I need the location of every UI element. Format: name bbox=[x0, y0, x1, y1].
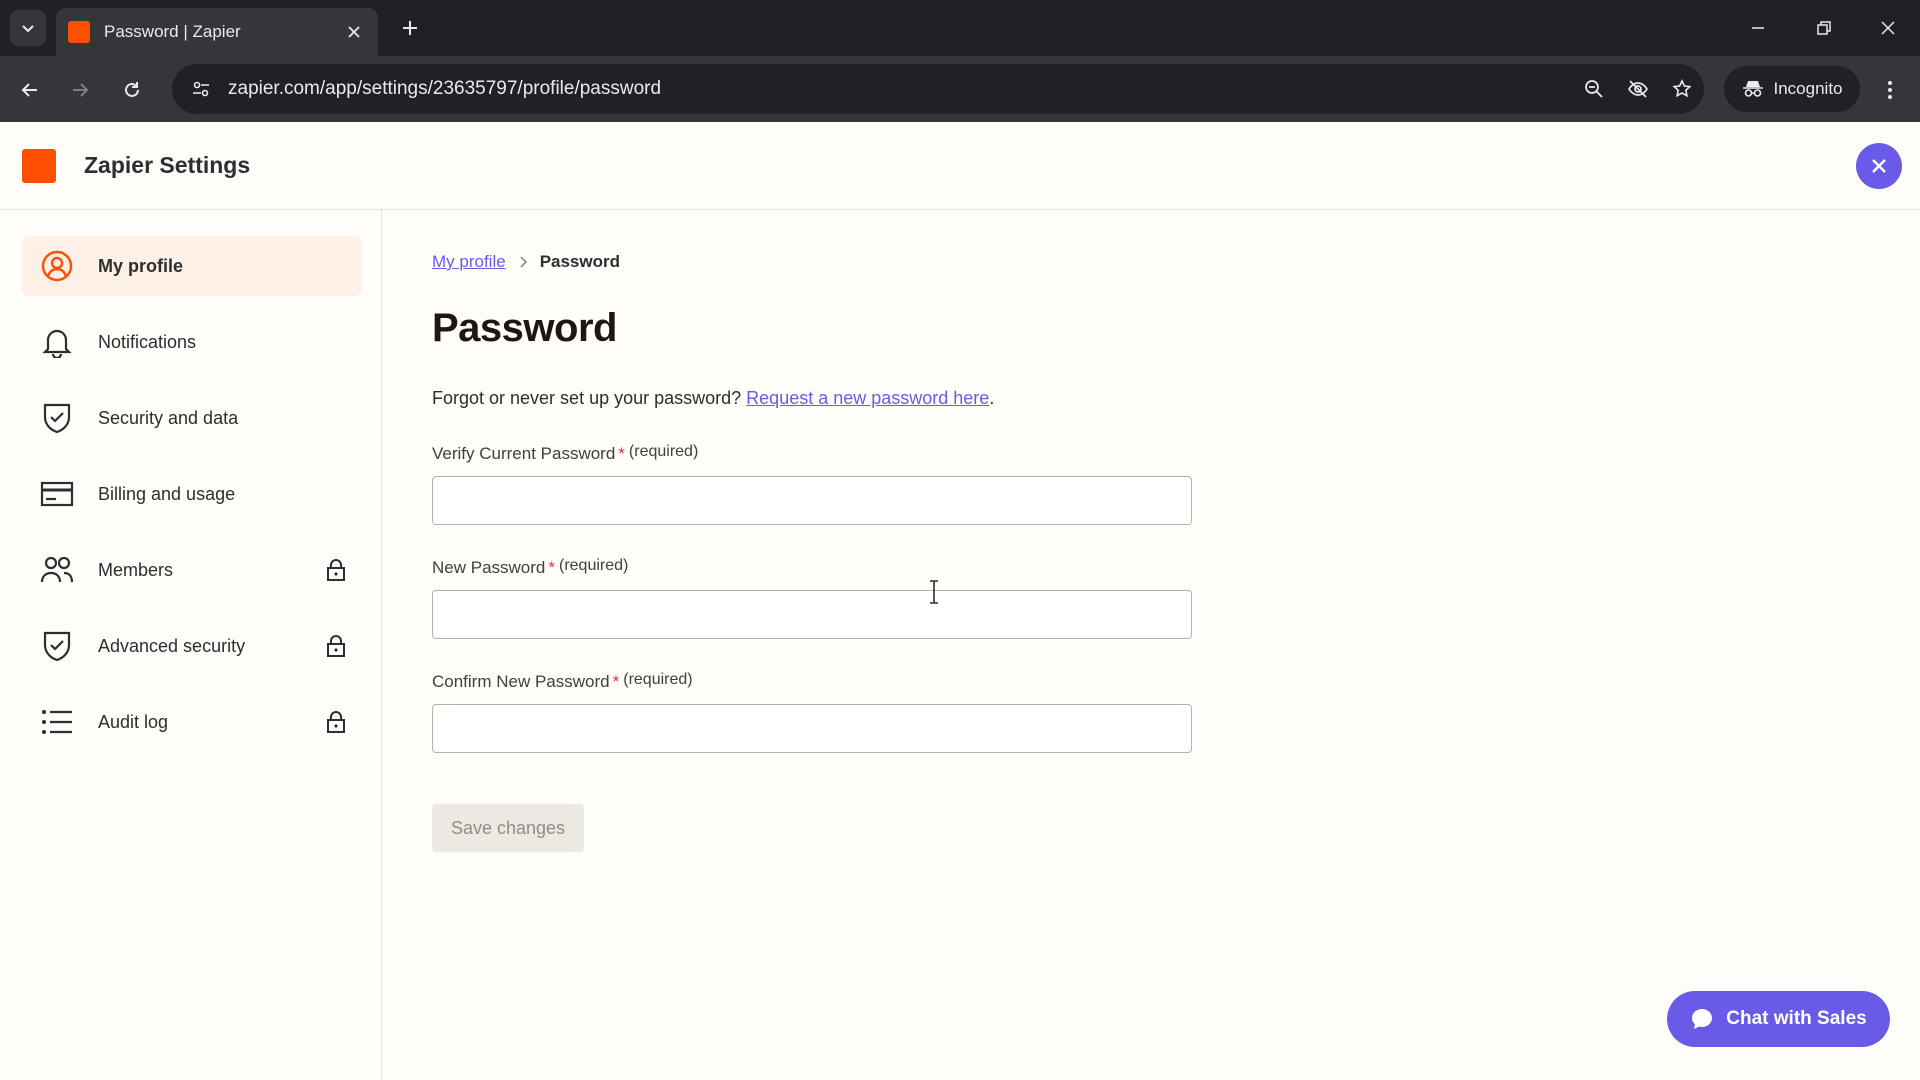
breadcrumb: My profile Password bbox=[432, 252, 620, 272]
request-new-password-link[interactable]: Request a new password here bbox=[746, 388, 989, 408]
sidebar-item-label: Members bbox=[98, 559, 174, 580]
lock-icon bbox=[324, 633, 348, 659]
sidebar-item-label: Billing and usage bbox=[98, 483, 236, 504]
users-icon bbox=[40, 553, 74, 587]
reload-icon bbox=[125, 82, 139, 97]
new-tab-button[interactable] bbox=[394, 12, 426, 44]
incognito-badge[interactable]: Incognito bbox=[1724, 66, 1860, 112]
new-password-input[interactable] bbox=[432, 590, 1192, 639]
app-header: Zapier Settings bbox=[0, 122, 1920, 210]
minimize-icon bbox=[1752, 27, 1764, 29]
tab-search-button[interactable] bbox=[10, 10, 46, 46]
save-changes-button[interactable]: Save changes bbox=[432, 804, 584, 852]
field-label-text: New Password bbox=[432, 558, 546, 577]
bell-icon bbox=[40, 325, 74, 359]
incognito-label: Incognito bbox=[1773, 79, 1843, 98]
required-mark: * bbox=[618, 444, 625, 463]
user-circle-icon bbox=[40, 249, 74, 283]
back-button[interactable] bbox=[12, 72, 48, 108]
eye-off-icon bbox=[1628, 80, 1648, 98]
required-mark: * bbox=[612, 672, 620, 691]
new-password-label: New Password * (required) bbox=[432, 557, 629, 578]
forgot-password-text: Forgot or never set up your password? Re… bbox=[432, 388, 994, 409]
field-label-text: Verify Current Password bbox=[432, 444, 616, 463]
sidebar-item-label: Audit log bbox=[98, 711, 169, 732]
chevron-down-icon bbox=[22, 25, 34, 33]
list-icon bbox=[40, 705, 74, 739]
sidebar-item-advanced-security[interactable]: Advanced security bbox=[22, 616, 362, 676]
required-text: (required) bbox=[559, 557, 629, 574]
forgot-password-prompt: Forgot or never set up your password? bbox=[432, 388, 742, 408]
current-password-label: Verify Current Password * (required) bbox=[432, 443, 699, 464]
confirm-password-input[interactable] bbox=[432, 704, 1192, 753]
sidebar-item-security-and-data[interactable]: Security and data bbox=[22, 388, 362, 448]
breadcrumb-my-profile-link[interactable]: My profile bbox=[432, 252, 506, 272]
star-icon bbox=[1672, 79, 1692, 98]
close-settings-button[interactable] bbox=[1856, 143, 1902, 189]
settings-sidebar: My profile Notifications Security and da… bbox=[0, 210, 382, 1080]
incognito-icon bbox=[1742, 81, 1763, 97]
forgot-password-suffix: . bbox=[989, 388, 995, 408]
browser-tab[interactable]: Password | Zapier bbox=[56, 8, 378, 56]
shield-check-icon bbox=[40, 401, 74, 435]
sidebar-item-label: My profile bbox=[98, 255, 184, 276]
bookmark-button[interactable] bbox=[1660, 67, 1704, 111]
sidebar-item-members[interactable]: Members bbox=[22, 540, 362, 600]
text-cursor-icon bbox=[930, 580, 938, 604]
zapier-logo-icon bbox=[22, 149, 56, 183]
sidebar-item-my-profile[interactable]: My profile bbox=[22, 236, 362, 296]
shield-check-icon bbox=[40, 629, 74, 663]
sidebar-item-audit-log[interactable]: Audit log bbox=[22, 692, 362, 752]
tracking-protection-button[interactable] bbox=[1616, 67, 1660, 111]
sidebar-item-label: Advanced security bbox=[98, 635, 246, 656]
chevron-right-icon bbox=[518, 255, 528, 269]
browser-menu-button[interactable] bbox=[1872, 72, 1908, 108]
sidebar-item-billing-and-usage[interactable]: Billing and usage bbox=[22, 464, 362, 524]
sidebar-item-label: Notifications bbox=[98, 331, 197, 352]
window-close-button[interactable] bbox=[1864, 8, 1912, 48]
arrow-left-icon bbox=[21, 83, 37, 97]
address-bar[interactable]: zapier.com/app/settings/23635797/profile… bbox=[172, 64, 1704, 114]
tune-icon bbox=[193, 81, 209, 97]
close-icon bbox=[348, 26, 360, 38]
url-text: zapier.com/app/settings/23635797/profile… bbox=[228, 78, 662, 99]
credit-card-icon bbox=[40, 477, 74, 511]
current-password-input[interactable] bbox=[432, 476, 1192, 525]
lock-icon bbox=[324, 709, 348, 735]
restore-button[interactable] bbox=[1800, 8, 1848, 48]
plus-icon bbox=[403, 21, 417, 35]
confirm-password-label: Confirm New Password * (required) bbox=[432, 671, 693, 692]
zapier-favicon-icon bbox=[68, 21, 90, 43]
zoom-button[interactable] bbox=[1572, 67, 1616, 111]
close-icon bbox=[1881, 21, 1895, 35]
required-text: (required) bbox=[623, 671, 693, 688]
chat-with-sales-button[interactable]: Chat with Sales bbox=[1667, 991, 1890, 1047]
tab-title: Password | Zapier bbox=[104, 22, 241, 41]
arrow-right-icon bbox=[73, 83, 89, 97]
chat-with-sales-label: Chat with Sales bbox=[1726, 1008, 1867, 1029]
minimize-button[interactable] bbox=[1734, 8, 1782, 48]
browser-toolbar: zapier.com/app/settings/23635797/profile… bbox=[0, 56, 1920, 122]
browser-tabstrip: Password | Zapier bbox=[0, 0, 1920, 56]
site-info-button[interactable] bbox=[184, 72, 218, 106]
chat-bubble-icon bbox=[1692, 1009, 1713, 1029]
more-vertical-icon bbox=[1888, 81, 1892, 99]
lock-icon bbox=[324, 557, 348, 583]
required-text: (required) bbox=[628, 443, 699, 460]
close-icon bbox=[1872, 159, 1886, 173]
tab-close-button[interactable] bbox=[342, 20, 366, 44]
forward-button[interactable] bbox=[62, 72, 98, 108]
restore-icon bbox=[1817, 21, 1831, 35]
sidebar-item-label: Security and data bbox=[98, 407, 239, 428]
reload-button[interactable] bbox=[114, 72, 150, 108]
required-mark: * bbox=[548, 558, 555, 577]
field-label-text: Confirm New Password bbox=[432, 672, 610, 691]
sidebar-item-notifications[interactable]: Notifications bbox=[22, 312, 362, 372]
breadcrumb-current: Password bbox=[539, 252, 620, 271]
page-title: Password bbox=[432, 306, 617, 350]
zoom-icon bbox=[1585, 80, 1603, 98]
app-title: Zapier Settings bbox=[84, 152, 251, 178]
